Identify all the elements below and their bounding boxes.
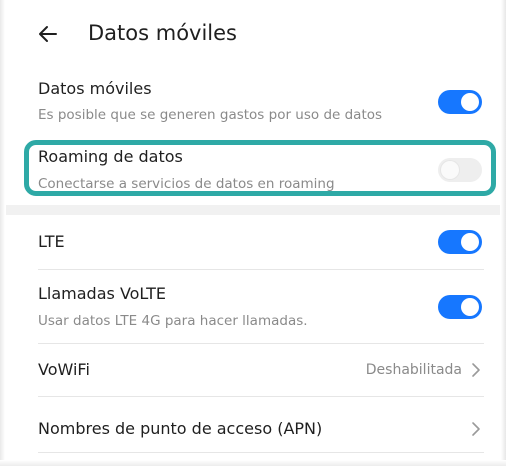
app-header: Datos móviles [0, 0, 506, 68]
page-title: Datos móviles [88, 21, 237, 45]
mobile-data-settings-screen: Datos móviles Datos móviles Es posible q… [0, 0, 506, 466]
setting-title: LTE [38, 232, 65, 251]
setting-title: Nombres de punto de acceso (APN) [38, 419, 323, 438]
toggle-knob [461, 298, 479, 316]
toggle-knob [461, 233, 479, 251]
arrow-left-icon [39, 26, 57, 42]
setting-row-mobile-data[interactable]: Datos móviles Es posible que se generen … [38, 78, 484, 130]
setting-title: Llamadas VoLTE [38, 284, 167, 303]
setting-row-lte[interactable]: LTE [38, 230, 484, 254]
setting-row-apn[interactable]: Nombres de punto de acceso (APN) [38, 417, 484, 441]
highlight-frame [24, 140, 496, 196]
chevron-right-icon [468, 360, 484, 380]
toggle-knob [461, 93, 479, 111]
volte-toggle[interactable] [438, 295, 482, 319]
vowifi-status-value: Deshabilitada [365, 362, 462, 378]
mobile-data-toggle[interactable] [438, 90, 482, 114]
setting-title: Datos móviles [38, 79, 152, 98]
section-divider [6, 205, 500, 215]
back-button[interactable] [32, 18, 64, 50]
row-divider [38, 343, 484, 344]
setting-row-volte[interactable]: Llamadas VoLTE Usar datos LTE 4G para ha… [38, 283, 484, 333]
setting-description: Es posible que se generen gastos por uso… [38, 107, 383, 123]
screenshot-edge-left [0, 0, 5, 466]
setting-row-vowifi[interactable]: VoWiFi Deshabilitada [38, 358, 484, 382]
row-divider [38, 396, 484, 397]
lte-toggle[interactable] [438, 230, 482, 254]
setting-title: VoWiFi [38, 360, 90, 379]
row-divider [38, 452, 484, 453]
screenshot-edge-right [501, 0, 506, 466]
chevron-right-icon [468, 419, 484, 439]
row-divider [38, 269, 484, 270]
setting-description: Usar datos LTE 4G para hacer llamadas. [38, 313, 308, 329]
screenshot-edge-bottom [0, 460, 506, 466]
